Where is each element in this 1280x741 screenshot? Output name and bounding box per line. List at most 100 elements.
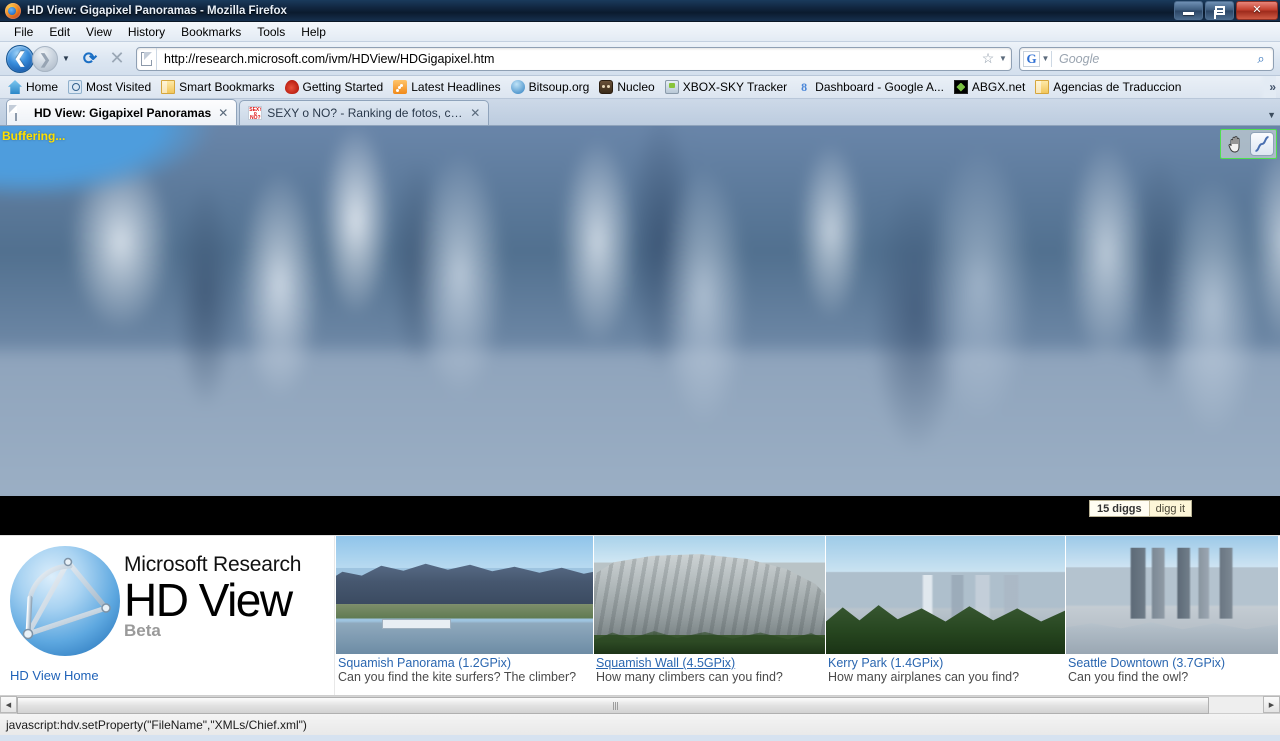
scrollbar-thumb[interactable] <box>17 697 1209 714</box>
search-engine-dropdown-icon[interactable]: ▼ <box>1040 54 1051 63</box>
bookmark-label: Latest Headlines <box>411 80 501 94</box>
menu-bookmarks[interactable]: Bookmarks <box>173 23 249 41</box>
tab-favicon <box>15 104 29 121</box>
bookmark-home[interactable]: Home <box>4 79 64 95</box>
scrollbar-track[interactable] <box>17 696 1263 714</box>
thumbnail-image[interactable] <box>1066 536 1278 654</box>
hand-icon <box>1228 136 1239 153</box>
digg-count: 15 diggs <box>1097 502 1142 515</box>
panorama-image[interactable] <box>0 126 1280 496</box>
digg-it-button[interactable]: digg it <box>1148 501 1191 516</box>
tab-close-icon[interactable]: ✕ <box>216 107 230 119</box>
bookmarks-overflow-icon[interactable]: » <box>1259 76 1276 98</box>
chevron-glyph: » <box>1269 80 1276 94</box>
magnifier-icon <box>68 80 83 94</box>
bookmark-getting-started[interactable]: Getting Started <box>281 79 390 95</box>
close-button[interactable]: ✕ <box>1236 1 1278 20</box>
stop-button[interactable]: ✕ <box>105 47 129 71</box>
menu-help[interactable]: Help <box>293 23 334 41</box>
search-icon[interactable]: ⌕ <box>1249 51 1273 67</box>
gallery-item-squamish-wall[interactable]: Squamish Wall (4.5GPix) How many climber… <box>593 536 825 695</box>
gallery-item-title[interactable]: Seattle Downtown (3.7GPix) <box>1068 656 1276 670</box>
window-controls: ✕ <box>1174 1 1278 20</box>
bookmark-latest-headlines[interactable]: Latest Headlines <box>389 79 506 95</box>
restore-icon <box>1213 6 1225 19</box>
magnifier-glyph: ⌕ <box>1257 50 1265 66</box>
tab-hd-view[interactable]: HD View: Gigapixel Panoramas ✕ <box>6 99 238 125</box>
page-lower-strip: Microsoft Research HD View Beta HD View … <box>0 535 1280 695</box>
thumbnail-image[interactable] <box>336 536 593 654</box>
nucleo-icon <box>599 80 614 94</box>
bookmark-bitsoup[interactable]: Bitsoup.org <box>507 79 596 95</box>
hdview-fan-glyph <box>22 557 111 640</box>
bookmark-label: Smart Bookmarks <box>179 80 275 94</box>
document-icon <box>141 51 152 66</box>
menu-tools-label: Tools <box>257 24 286 39</box>
tab-sexy-o-no[interactable]: SEXY o NO? SEXY o NO? - Ranking de fotos… <box>239 100 490 125</box>
url-text[interactable]: http://research.microsoft.com/ivm/HDView… <box>157 52 977 66</box>
brand-wordmark: Microsoft Research HD View Beta <box>124 546 301 641</box>
google-logo-icon[interactable]: G <box>1023 50 1040 67</box>
hdview-panorama-viewer[interactable]: Buffering... <box>0 126 1280 496</box>
forward-icon: ❯ <box>39 50 51 67</box>
menu-view[interactable]: View <box>78 23 120 41</box>
digg-badge[interactable]: 15 diggs digg it <box>1089 500 1192 517</box>
bookmark-xbox-sky-tracker[interactable]: XBOX-SKY Tracker <box>661 79 793 95</box>
thumbnail-image[interactable] <box>826 536 1065 654</box>
bookmark-nucleo[interactable]: Nucleo <box>595 79 660 95</box>
bookmark-abgx[interactable]: ABGX.net <box>950 79 1031 95</box>
history-dropdown-button[interactable]: ▼ <box>61 46 71 72</box>
gallery-item-title[interactable]: Squamish Panorama (1.2GPix) <box>338 656 591 670</box>
gallery-item-title[interactable]: Kerry Park (1.4GPix) <box>828 656 1063 670</box>
search-bar[interactable]: G ▼ Google ⌕ <box>1019 46 1274 71</box>
bookmark-most-visited[interactable]: Most Visited <box>64 79 157 95</box>
hd-view-home-link[interactable]: HD View Home <box>10 668 99 683</box>
abgx-icon <box>953 80 968 94</box>
menu-view-label: View <box>86 24 112 39</box>
arrow-right-icon: ▶ <box>1268 701 1275 709</box>
tab-close-icon[interactable]: ✕ <box>468 107 482 119</box>
scroll-right-button[interactable]: ▶ <box>1263 696 1280 713</box>
menu-file-label: File <box>14 24 34 39</box>
tab-list-all-icon[interactable]: ▼ <box>1267 110 1276 120</box>
pan-hand-tool-icon[interactable] <box>1223 132 1247 156</box>
hdview-logo-icon <box>10 546 120 656</box>
horizontal-scrollbar[interactable]: ◀ ▶ <box>0 695 1280 714</box>
xbox-icon <box>664 80 679 94</box>
bookmark-star-icon[interactable]: ☆ <box>977 50 999 67</box>
thumbnail-image[interactable] <box>594 536 825 654</box>
gallery-item-description: How many climbers can you find? <box>596 670 783 684</box>
reload-icon: ⟳ <box>82 48 98 68</box>
reload-button[interactable]: ⟳ <box>78 47 102 71</box>
curve-tool-icon[interactable] <box>1250 132 1274 156</box>
minimize-icon <box>1183 12 1194 15</box>
hd-view-label: HD View <box>124 574 293 626</box>
bookmark-smart-bookmarks[interactable]: Smart Bookmarks <box>157 79 280 95</box>
menu-file[interactable]: File <box>6 23 41 41</box>
menu-bookmarks-label: Bookmarks <box>181 24 242 39</box>
menu-history-label: History <box>127 24 166 39</box>
gallery-item-seattle-downtown[interactable]: Seattle Downtown (3.7GPix) Can you find … <box>1065 536 1278 695</box>
document-icon <box>15 104 17 121</box>
address-dropdown-icon[interactable]: ▼ <box>999 54 1011 63</box>
gallery-item-kerry-park[interactable]: Kerry Park (1.4GPix) How many airplanes … <box>825 536 1065 695</box>
restore-button[interactable] <box>1205 1 1234 20</box>
search-input[interactable]: Google <box>1052 52 1249 66</box>
menu-edit[interactable]: Edit <box>41 23 78 41</box>
minimize-button[interactable] <box>1174 1 1203 20</box>
scroll-left-button[interactable]: ◀ <box>0 696 17 713</box>
menu-history[interactable]: History <box>120 23 173 41</box>
chevron-down-icon: ▼ <box>62 54 70 63</box>
bookmark-agencias-de-traduccion[interactable]: Agencias de Traduccion <box>1031 79 1187 95</box>
thumbnail-caption: Squamish Panorama (1.2GPix) Can you find… <box>336 654 593 684</box>
gallery-item-squamish-panorama[interactable]: Squamish Panorama (1.2GPix) Can you find… <box>335 536 593 695</box>
bookmark-dashboard-google[interactable]: 8 Dashboard - Google A... <box>793 79 950 95</box>
tab-label: SEXY o NO? - Ranking de fotos, con... <box>267 106 464 120</box>
back-button[interactable]: ❮ <box>6 44 34 73</box>
gallery-item-title[interactable]: Squamish Wall (4.5GPix) <box>596 656 823 670</box>
star-glyph: ☆ <box>981 50 995 66</box>
tone-curve-icon <box>1255 136 1269 152</box>
address-bar[interactable]: http://research.microsoft.com/ivm/HDView… <box>136 46 1012 71</box>
viewer-tool-panel <box>1220 129 1277 159</box>
menu-tools[interactable]: Tools <box>249 23 293 41</box>
